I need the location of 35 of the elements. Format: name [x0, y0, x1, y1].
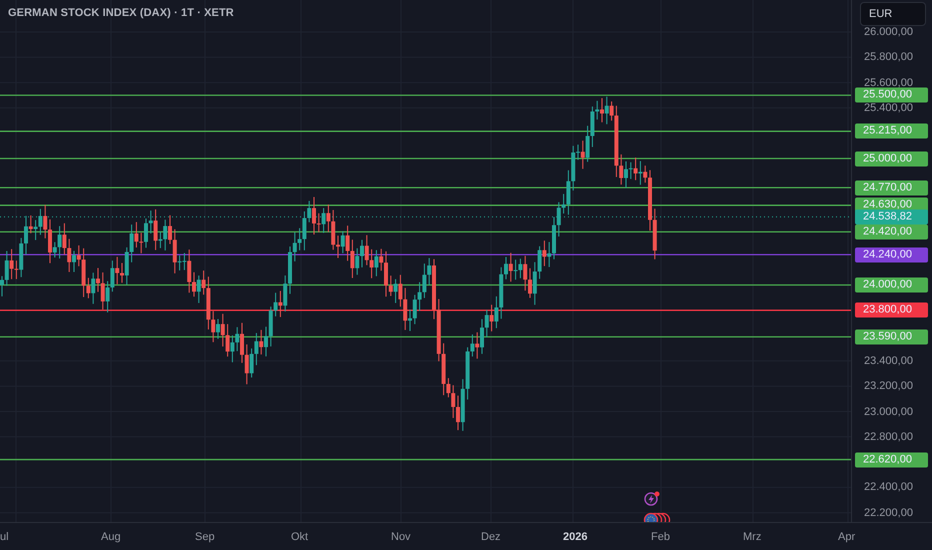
time-tick-label: 2026: [563, 531, 588, 543]
price-tick-label: 25.400,00: [864, 102, 913, 114]
time-tick-label: Feb: [651, 531, 670, 543]
time-tick-label: Nov: [391, 531, 411, 543]
price-level-label: 24.000,00: [855, 278, 928, 292]
price-level-label: 25.500,00: [855, 88, 928, 103]
time-tick-label: Sep: [195, 531, 215, 543]
price-level-label: 23.800,00: [855, 302, 928, 318]
price-level-label: 23.590,00: [855, 329, 928, 344]
time-tick-label: ul: [0, 531, 9, 543]
lightning-icon[interactable]: [644, 492, 660, 506]
price-tick-label: 25.600,00: [864, 76, 913, 89]
time-tick-label: Aug: [101, 531, 121, 543]
price-tick-label: 23.400,00: [864, 354, 913, 367]
price-level-label: 24.770,00: [855, 180, 928, 196]
price-level-label: 24.240,00: [855, 247, 928, 262]
price-tick-label: 22.800,00: [864, 430, 913, 443]
price-level-label: 24.420,00: [855, 224, 928, 240]
time-tick-label: Okt: [291, 531, 308, 543]
price-tick-label: 23.000,00: [864, 406, 913, 418]
time-tick-label: Dez: [481, 531, 501, 543]
currency-button[interactable]: EUR: [860, 2, 926, 26]
price-tick-label: 26.000,00: [864, 26, 913, 38]
price-level-label: 25.000,00: [855, 151, 928, 166]
price-tick-label: 22.200,00: [864, 506, 913, 519]
last-price-label: 24.538,82: [855, 209, 928, 224]
price-tick-label: 22.400,00: [864, 481, 913, 494]
time-tick-label: Mrz: [743, 531, 762, 543]
time-tick-label: Apr: [838, 531, 856, 543]
flag-stack-icon[interactable]: [644, 512, 670, 522]
price-tick-label: 25.800,00: [864, 51, 913, 64]
price-tick-label: 23.200,00: [864, 380, 913, 392]
price-level-label: 22.620,00: [855, 452, 928, 468]
chart-title: GERMAN STOCK INDEX (DAX) · 1T · XETR: [8, 7, 234, 19]
price-level-label: 25.215,00: [855, 124, 928, 139]
